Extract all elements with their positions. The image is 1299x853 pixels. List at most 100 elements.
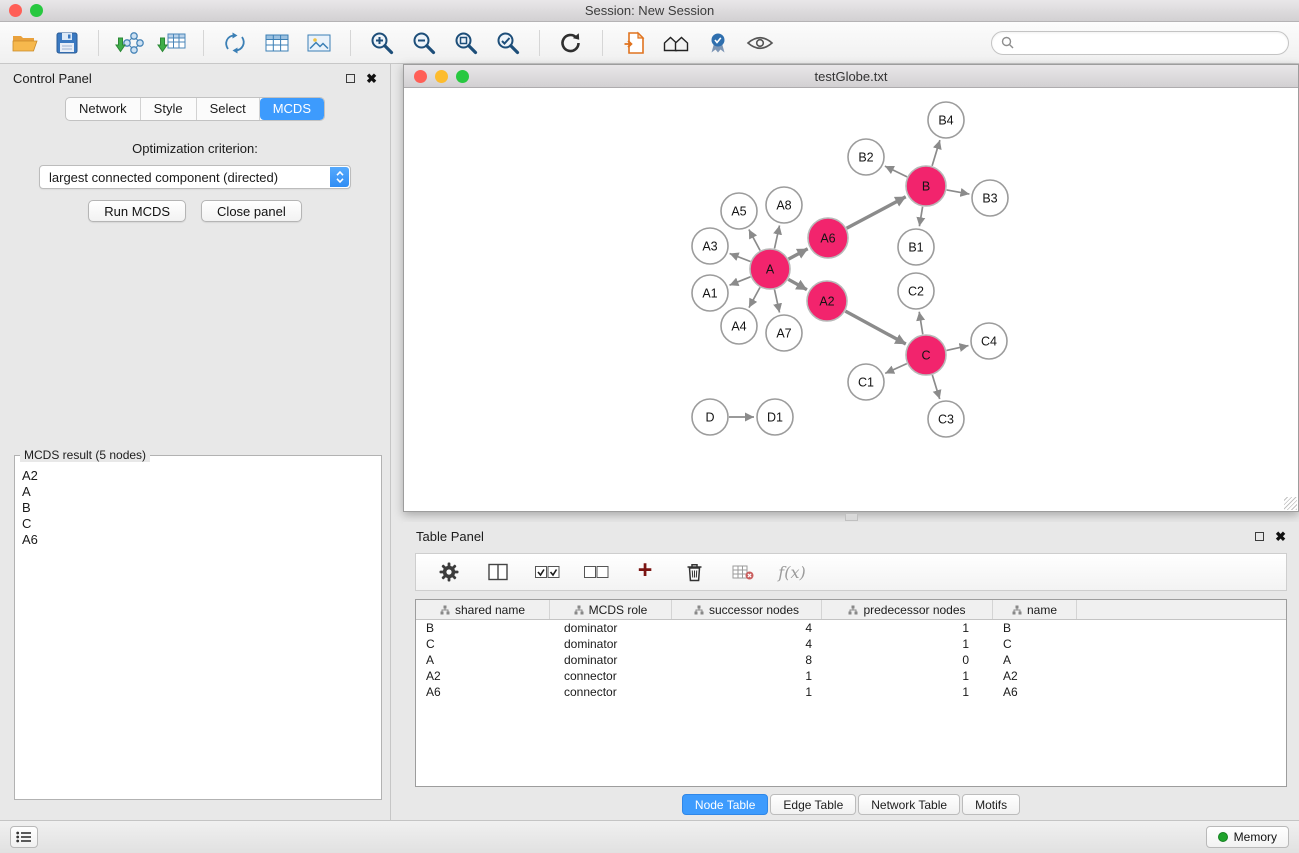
select-all-icon[interactable] bbox=[532, 556, 562, 588]
cell-name[interactable]: A bbox=[993, 653, 1077, 667]
node-C3[interactable]: C3 bbox=[928, 401, 964, 437]
delete-columns-icon[interactable] bbox=[679, 556, 709, 588]
delete-table-icon[interactable] bbox=[728, 556, 758, 588]
edge-B-B3[interactable] bbox=[947, 190, 970, 194]
cell-shared-name[interactable]: B bbox=[416, 621, 550, 635]
edge-A-A5[interactable] bbox=[749, 230, 760, 251]
node-B3[interactable]: B3 bbox=[972, 180, 1008, 216]
deselect-all-icon[interactable] bbox=[581, 556, 611, 588]
add-column-icon[interactable]: + bbox=[630, 555, 660, 587]
float-panel-icon[interactable] bbox=[346, 74, 355, 83]
node-A5[interactable]: A5 bbox=[721, 193, 757, 229]
edge-A-A2[interactable] bbox=[788, 279, 807, 289]
mcds-result-item[interactable]: A6 bbox=[22, 532, 374, 548]
resize-handle[interactable] bbox=[1284, 497, 1297, 510]
cell-shared-name[interactable]: C bbox=[416, 637, 550, 651]
export-image-icon[interactable] bbox=[304, 27, 334, 59]
network-from-selection-icon[interactable] bbox=[220, 27, 250, 59]
tab-mcds[interactable]: MCDS bbox=[260, 98, 324, 120]
save-icon[interactable] bbox=[52, 27, 82, 59]
settings-gear-icon[interactable] bbox=[434, 556, 464, 588]
cell-mcds-role[interactable]: dominator bbox=[550, 621, 672, 635]
fullscreen-window-button[interactable] bbox=[30, 4, 43, 17]
edge-B-B1[interactable] bbox=[919, 207, 922, 227]
cell-successor-nodes[interactable]: 8 bbox=[672, 653, 822, 667]
cell-successor-nodes[interactable]: 4 bbox=[672, 621, 822, 635]
cell-successor-nodes[interactable]: 1 bbox=[672, 685, 822, 699]
node-A1[interactable]: A1 bbox=[692, 275, 728, 311]
cell-predecessor-nodes[interactable]: 0 bbox=[822, 653, 993, 667]
show-hide-eye-icon[interactable] bbox=[745, 27, 775, 59]
cell-predecessor-nodes[interactable]: 1 bbox=[822, 685, 993, 699]
function-builder-icon[interactable]: f(x) bbox=[777, 556, 807, 588]
float-panel-icon[interactable] bbox=[1255, 532, 1264, 541]
node-A2[interactable]: A2 bbox=[807, 281, 847, 321]
node-A4[interactable]: A4 bbox=[721, 308, 757, 344]
memory-button[interactable]: Memory bbox=[1206, 826, 1289, 848]
tab-select[interactable]: Select bbox=[197, 98, 260, 120]
node-A6[interactable]: A6 bbox=[808, 218, 848, 258]
table-row-A6[interactable]: A6connector11A6 bbox=[416, 684, 1286, 700]
node-A8[interactable]: A8 bbox=[766, 187, 802, 223]
node-C2[interactable]: C2 bbox=[898, 273, 934, 309]
column-header-predecessor-nodes[interactable]: predecessor nodes bbox=[822, 600, 993, 619]
network-canvas[interactable]: AA1A2A3A4A5A6A7A8BB1B2B3B4CC1C2C3C4DD1 bbox=[404, 88, 1298, 511]
cell-shared-name[interactable]: A6 bbox=[416, 685, 550, 699]
node-B[interactable]: B bbox=[906, 166, 946, 206]
close-panel-button[interactable]: Close panel bbox=[201, 200, 302, 222]
cell-shared-name[interactable]: A2 bbox=[416, 669, 550, 683]
mcds-result-item[interactable]: C bbox=[22, 516, 374, 532]
edge-C-C2[interactable] bbox=[919, 312, 923, 335]
import-table-icon[interactable] bbox=[157, 27, 187, 59]
cell-name[interactable]: A6 bbox=[993, 685, 1077, 699]
cell-successor-nodes[interactable]: 4 bbox=[672, 637, 822, 651]
edge-C-C3[interactable] bbox=[932, 375, 939, 399]
node-A7[interactable]: A7 bbox=[766, 315, 802, 351]
node-C4[interactable]: C4 bbox=[971, 323, 1007, 359]
table-row-B[interactable]: Bdominator41B bbox=[416, 620, 1286, 636]
tab-network-table[interactable]: Network Table bbox=[858, 794, 960, 815]
close-window-button[interactable] bbox=[9, 4, 22, 17]
node-D1[interactable]: D1 bbox=[757, 399, 793, 435]
search-input[interactable] bbox=[1020, 36, 1279, 50]
search-field[interactable] bbox=[991, 31, 1289, 55]
mcds-result-item[interactable]: B bbox=[22, 500, 374, 516]
node-A[interactable]: A bbox=[750, 249, 790, 289]
column-header-shared-name[interactable]: shared name bbox=[416, 600, 550, 619]
column-header-successor-nodes[interactable]: successor nodes bbox=[672, 600, 822, 619]
column-header-mcds-role[interactable]: MCDS role bbox=[550, 600, 672, 619]
node-D[interactable]: D bbox=[692, 399, 728, 435]
close-panel-icon[interactable]: ✖ bbox=[1275, 530, 1286, 543]
zoom-in-icon[interactable] bbox=[367, 27, 397, 59]
open-file-icon[interactable] bbox=[10, 27, 40, 59]
cell-successor-nodes[interactable]: 1 bbox=[672, 669, 822, 683]
edge-C-C4[interactable] bbox=[947, 346, 969, 351]
cell-mcds-role[interactable]: connector bbox=[550, 685, 672, 699]
badge-check-icon[interactable] bbox=[703, 27, 733, 59]
task-history-button[interactable] bbox=[10, 826, 38, 848]
home-icon[interactable] bbox=[661, 27, 691, 59]
panel-splitter-handle[interactable] bbox=[845, 513, 858, 521]
refresh-icon[interactable] bbox=[556, 27, 586, 59]
network-minimize-button[interactable] bbox=[435, 70, 448, 83]
open-session-document-icon[interactable] bbox=[619, 27, 649, 59]
cell-predecessor-nodes[interactable]: 1 bbox=[822, 621, 993, 635]
cell-mcds-role[interactable]: connector bbox=[550, 669, 672, 683]
edge-A-A7[interactable] bbox=[775, 290, 780, 313]
tab-edge-table[interactable]: Edge Table bbox=[770, 794, 856, 815]
edge-A6-B[interactable] bbox=[847, 197, 906, 228]
node-B2[interactable]: B2 bbox=[848, 139, 884, 175]
import-network-icon[interactable] bbox=[115, 27, 145, 59]
cell-name[interactable]: B bbox=[993, 621, 1077, 635]
edge-B-B4[interactable] bbox=[932, 140, 940, 166]
mcds-result-item[interactable]: A2 bbox=[22, 468, 374, 484]
zoom-out-icon[interactable] bbox=[409, 27, 439, 59]
edge-B-B2[interactable] bbox=[885, 166, 907, 177]
node-A3[interactable]: A3 bbox=[692, 228, 728, 264]
close-panel-icon[interactable]: ✖ bbox=[366, 72, 377, 85]
cell-mcds-role[interactable]: dominator bbox=[550, 653, 672, 667]
network-close-button[interactable] bbox=[414, 70, 427, 83]
column-header-name[interactable]: name bbox=[993, 600, 1077, 619]
zoom-selected-icon[interactable] bbox=[493, 27, 523, 59]
node-B1[interactable]: B1 bbox=[898, 229, 934, 265]
